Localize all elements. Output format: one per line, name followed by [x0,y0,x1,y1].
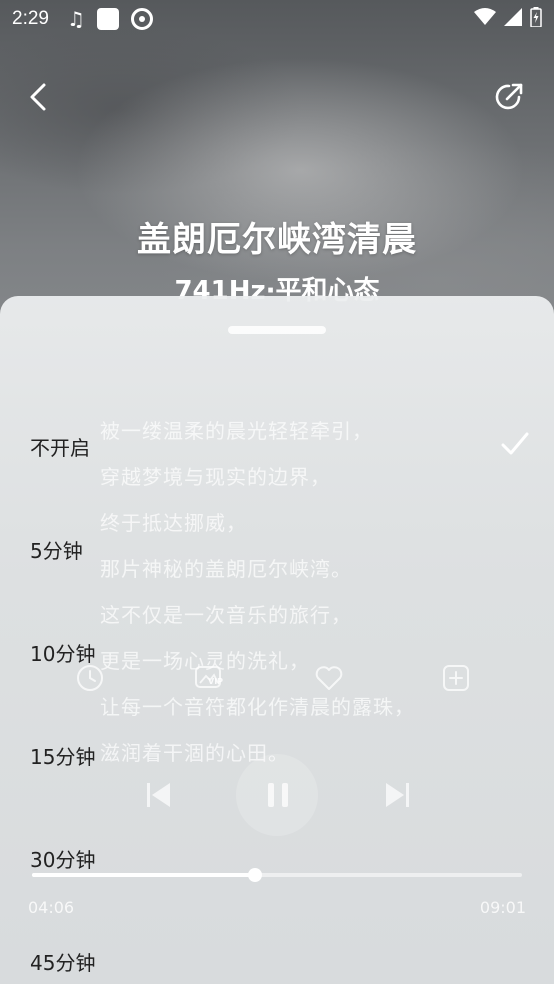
total-time: 09:01 [479,898,526,917]
vip-badge: VIP [208,677,224,686]
sync-icon [130,8,153,30]
lyrics-panel: 被一缕温柔的晨光轻轻牵引， 穿越梦境与现实的边界， 终于抵达挪威， 那片神秘的盖… [100,420,540,788]
current-time: 04:06 [28,898,75,917]
previous-track-icon [147,783,170,807]
timer-option-5min[interactable]: 5分钟 [30,535,83,564]
lyric-line: 穿越梦境与现实的边界， [100,465,331,489]
clock-icon [77,665,103,691]
chevron-left-icon [30,83,46,111]
cell-signal-icon [504,8,522,26]
share-icon [495,83,523,110]
battery-icon [530,7,542,27]
next-track-icon [386,783,409,807]
progress-thumb [247,868,262,882]
status-time: 2:29 [12,8,49,29]
lyric-line: 让每一个音符都化作清晨的露珠， [100,695,415,719]
pause-icon [268,783,288,807]
lyric-line: 那片神秘的盖朗厄尔峡湾。 [100,557,352,581]
timer-option-off[interactable]: 不开启 [30,432,90,461]
timer-option-10min[interactable]: 10分钟 [30,638,95,667]
sheet-drag-handle[interactable] [228,326,326,334]
wifi-icon [474,8,496,25]
heart-icon [315,666,343,690]
track-title: 盖朗厄尔峡湾清晨 [137,220,417,260]
lyric-line: 被一缕温柔的晨光轻轻牵引， [100,419,373,443]
progress-bar [32,868,522,882]
timer-option-15min[interactable]: 15分钟 [30,741,95,770]
timer-bottom-sheet: 被一缕温柔的晨光轻轻牵引， 穿越梦境与现实的边界， 终于抵达挪威， 那片神秘的盖… [0,296,554,984]
back-button[interactable] [22,80,56,114]
music-note-icon: ♫ [66,7,85,31]
lyric-line: 终于抵达挪威， [100,511,247,535]
progress-fill [32,873,255,877]
app-notification-icon [96,8,119,30]
add-to-playlist-icon [443,665,469,691]
timer-option-30min[interactable]: 30分钟 [30,844,95,873]
share-button[interactable] [492,80,526,114]
lyric-line: 这不仅是一次音乐的旅行， [100,603,352,627]
status-bar: 2:29 ♫ [0,0,554,38]
vip-quality-icon: VIP [194,663,228,693]
timer-option-45min[interactable]: 45分钟 [30,947,95,976]
checkmark-icon [501,432,529,455]
